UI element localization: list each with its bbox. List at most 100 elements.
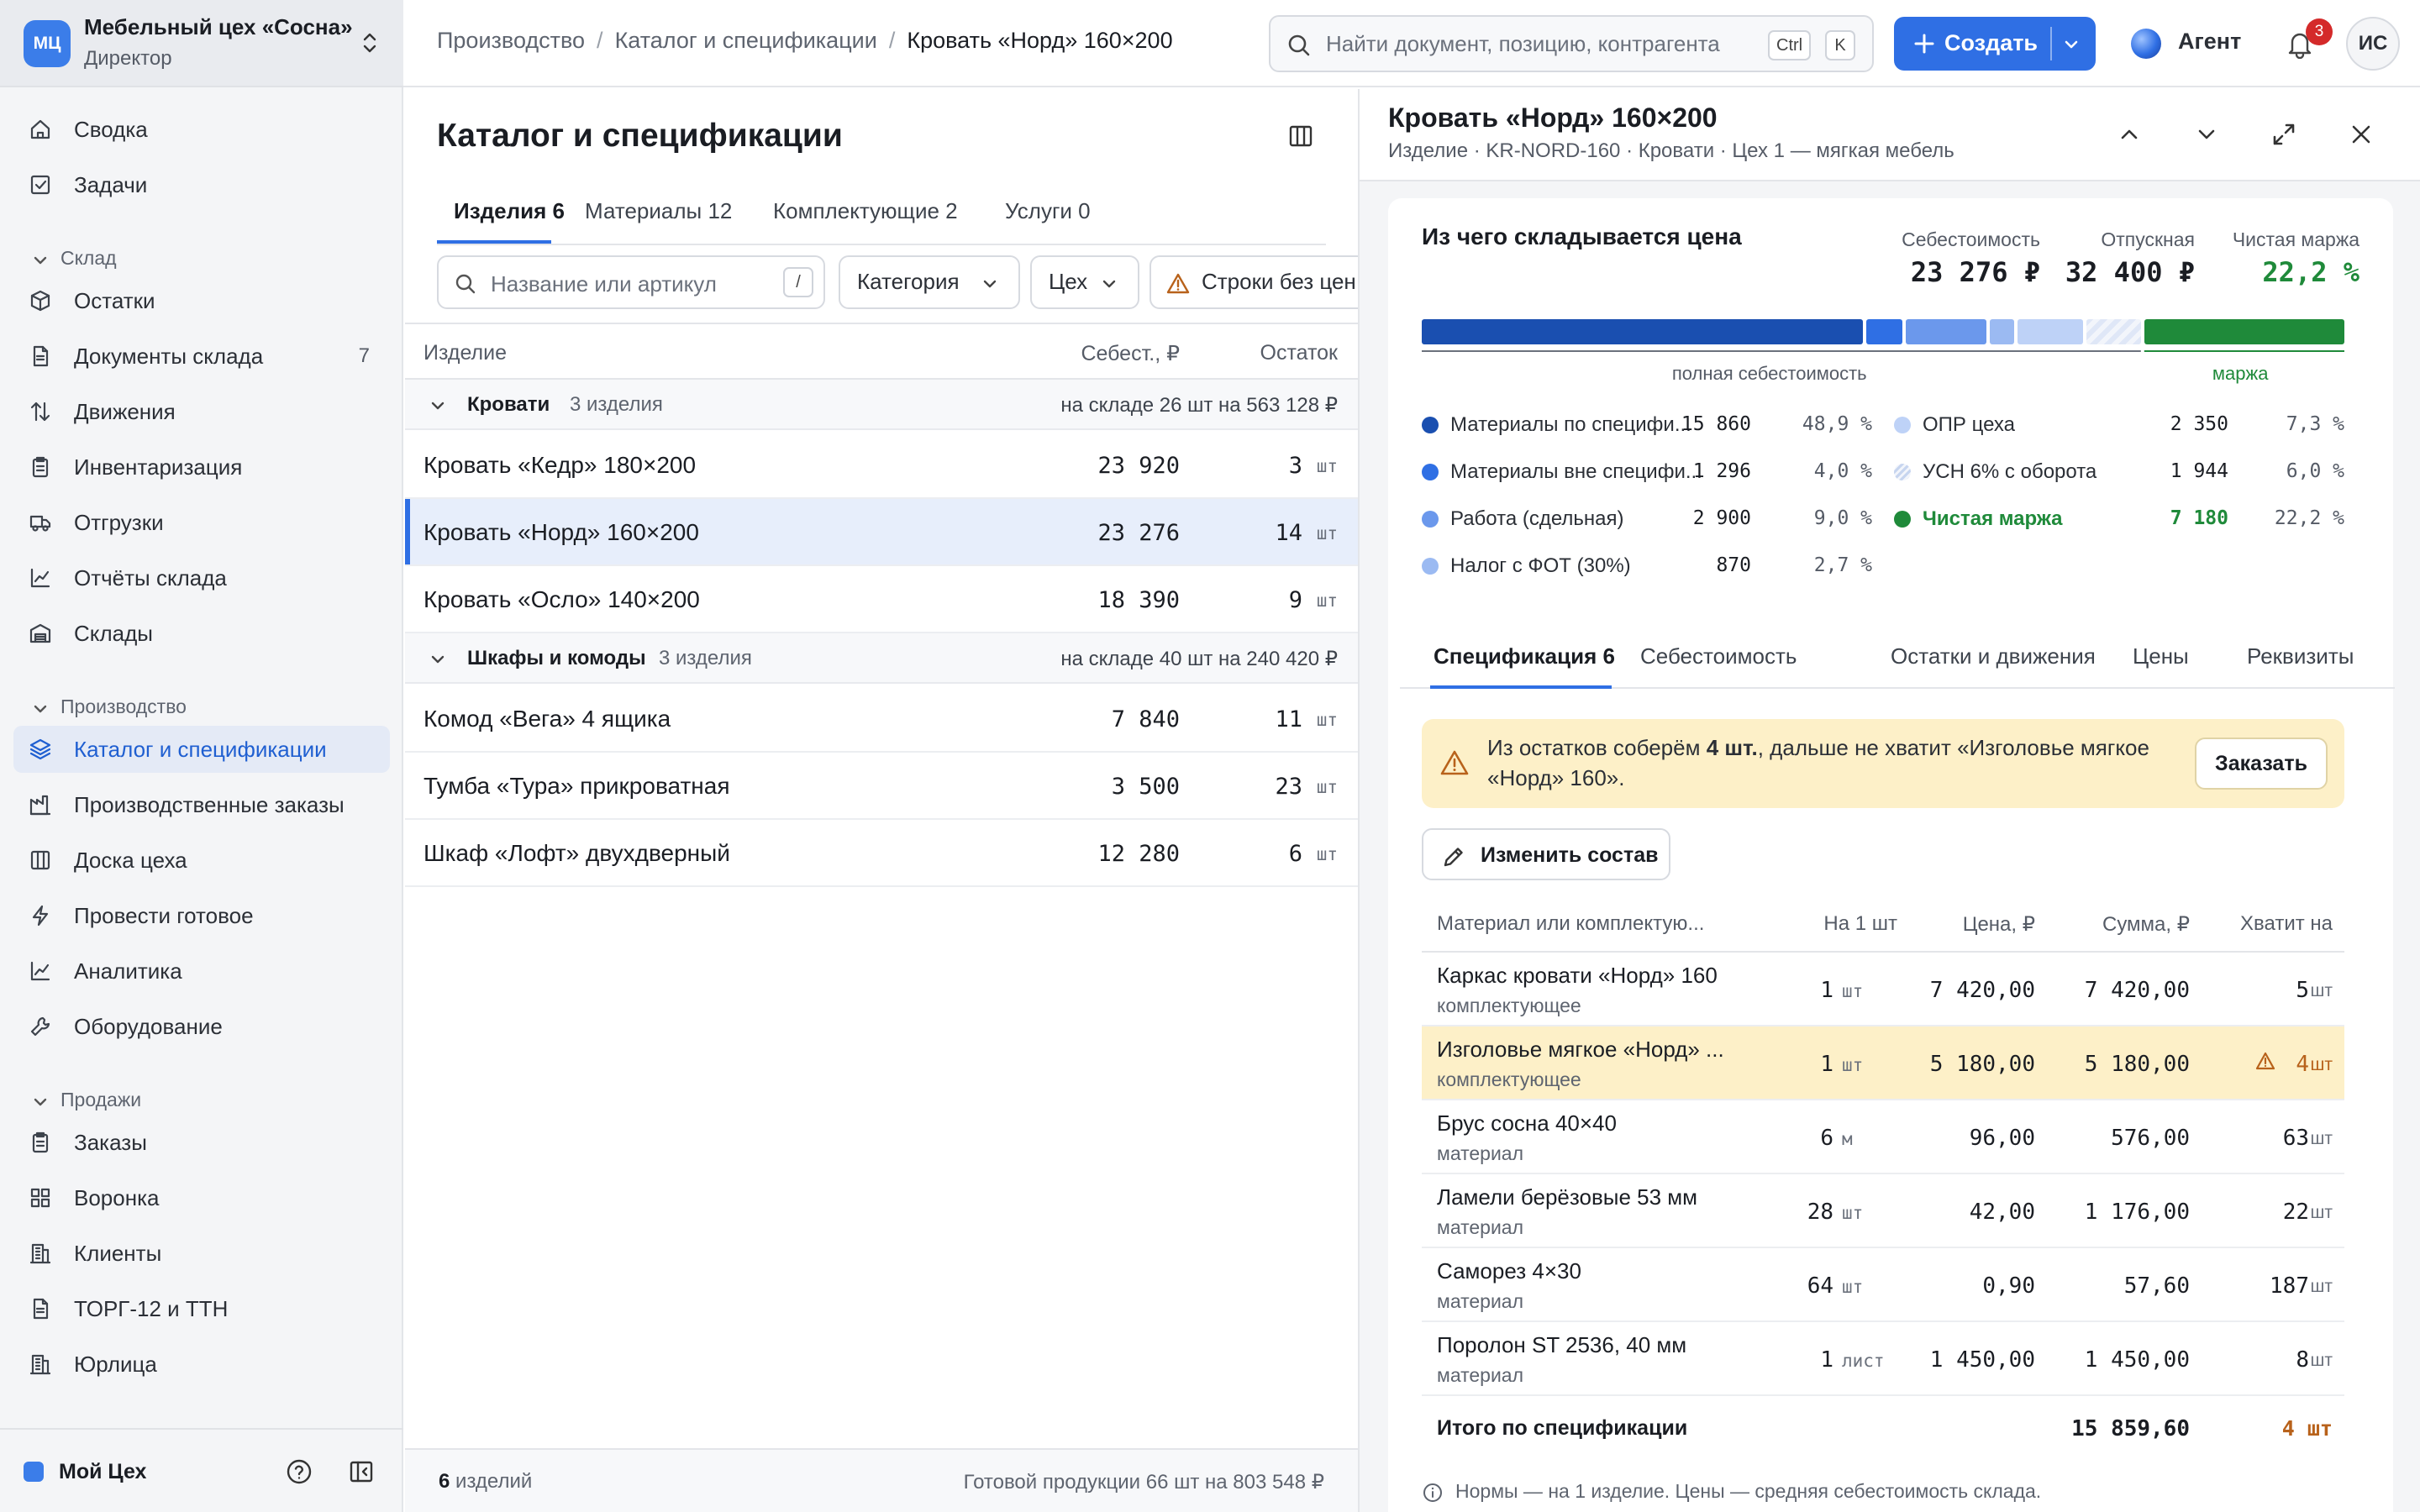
group-row[interactable]: Кровати 3 изделия на складе 26 шт на 563 1… [405, 380, 1358, 430]
tab-реквизиты[interactable]: Реквизиты [2247, 643, 2354, 669]
filter-no-price[interactable]: Строки без цен [1150, 255, 1358, 309]
wrench-icon [29, 1015, 52, 1038]
sidebar-item-аналитика[interactable]: Аналитика [13, 948, 390, 995]
sidebar-collapse-icon[interactable] [348, 1458, 375, 1485]
sidebar-item-задачи[interactable]: Задачи [13, 161, 390, 208]
global-search-input[interactable] [1326, 29, 1746, 59]
sidebar-item-инвентаризация[interactable]: Инвентаризация [13, 444, 390, 491]
col-sum[interactable]: Сумма, ₽ [2102, 912, 2190, 937]
tab-материалы-12[interactable]: Материалы 12 [585, 198, 732, 224]
tab-цены[interactable]: Цены [2133, 643, 2189, 669]
building-icon [29, 1352, 52, 1376]
sidebar-item-торг-12-и-ттн[interactable]: ТОРГ-12 и ТТН [13, 1285, 390, 1332]
filter-category[interactable]: Категория [839, 255, 1020, 309]
sidebar-item-сводка[interactable]: Сводка [13, 106, 390, 153]
spec-enough: 5 [2296, 978, 2309, 1003]
breadcrumb-item[interactable]: Каталог и спецификации [615, 28, 877, 53]
sidebar-item-воронка[interactable]: Воронка [13, 1174, 390, 1221]
sidebar-item-оборудование[interactable]: Оборудование [13, 1003, 390, 1050]
spec-qty-unit: шт [1842, 981, 1864, 1001]
building-icon [29, 1242, 52, 1265]
create-button[interactable]: Создать [1894, 17, 2096, 71]
group-summary: на складе 40 шт на 240 420 ₽ [1060, 648, 1338, 670]
spec-row[interactable]: Брус сосна 40×40 материал 6 м 96,00 576,00 63 ш… [1422, 1100, 2344, 1174]
product-cost: 23 920 [1097, 453, 1180, 479]
spec-row[interactable]: Ламели берёзовые 53 мм материал 28 шт 42,00 1… [1422, 1174, 2344, 1248]
table-row[interactable]: Комод «Вега» 4 ящика 7 840 11 шт [405, 685, 1358, 753]
col-cost[interactable]: Себест., ₽ [1081, 341, 1180, 366]
spec-sum: 1 450,00 [2084, 1347, 2190, 1373]
help-icon[interactable] [286, 1458, 313, 1485]
spec-enough: 22 [2282, 1200, 2309, 1225]
sidebar-item-каталог-и-спецификации[interactable]: Каталог и спецификации [13, 726, 390, 773]
table-row[interactable]: Кровать «Кедр» 180×200 23 920 3 шт [405, 432, 1358, 499]
product-stock: 6 [1288, 841, 1302, 867]
col-enough[interactable]: Хватит на [2240, 912, 2333, 936]
filter-workshop[interactable]: Цех [1030, 255, 1139, 309]
document-icon [29, 1297, 52, 1320]
spec-price: 5 180,00 [1929, 1052, 2035, 1077]
clipboard-icon [29, 455, 52, 479]
catalog-search[interactable]: / [437, 255, 825, 309]
legend-name: Работа (сдельная) [1450, 507, 1624, 530]
sidebar-item-производственные-заказы[interactable]: Производственные заказы [13, 781, 390, 828]
spec-row[interactable]: Каркас кровати «Норд» 160 комплектующее 1 ш… [1422, 953, 2344, 1026]
table-row[interactable]: Тумба «Тура» прикроватная 3 500 23 шт [405, 753, 1358, 820]
close-icon[interactable] [2348, 121, 2375, 148]
group-name: Кровати [467, 393, 550, 416]
sidebar-item-отчёты-склада[interactable]: Отчёты склада [13, 554, 390, 601]
sidebar-item-остатки[interactable]: Остатки [13, 277, 390, 324]
table-row[interactable]: Кровать «Осло» 140×200 18 390 9 шт [405, 566, 1358, 633]
product-name: Кровать «Осло» 140×200 [424, 586, 700, 612]
breadcrumb-item[interactable]: Производство [437, 28, 585, 53]
chevron-down-icon[interactable] [2193, 121, 2220, 148]
columns-icon[interactable] [1287, 123, 1314, 150]
sidebar-item-доска-цеха[interactable]: Доска цеха [13, 837, 390, 884]
tab-комплектующие-2[interactable]: Комплектующие 2 [773, 198, 958, 224]
spec-row[interactable]: Саморез 4×30 материал 64 шт 0,90 57,60 187 шт [1422, 1248, 2344, 1322]
sidebar-item-клиенты[interactable]: Клиенты [13, 1230, 390, 1277]
legend-item: Чистая маржа 7 180 22,2 % [1894, 502, 2348, 536]
tab-спецификация-6[interactable]: Спецификация 6 [1434, 643, 1615, 669]
product-unit: шт [1316, 844, 1338, 864]
sidebar-item-заказы[interactable]: Заказы [13, 1119, 390, 1166]
spec-row[interactable]: Поролон ST 2536, 40 мм материал 1 лист 1 450… [1422, 1322, 2344, 1396]
sidebar-item-движения[interactable]: Движения [13, 388, 390, 435]
org-switcher[interactable]: МЦ Мебельный цех «Сосна» Директор [0, 0, 403, 87]
catalog-search-input[interactable] [491, 269, 776, 299]
warning-icon [1440, 749, 1469, 776]
spec-enough-unit: шт [2310, 981, 2333, 1000]
tab-остатки-и-движения[interactable]: Остатки и движения [1891, 643, 2096, 669]
sidebar-item-документы-склада[interactable]: Документы склада 7 [13, 333, 390, 380]
legend-value: 1 944 [2170, 460, 2228, 482]
tab-себестоимость[interactable]: Себестоимость [1640, 643, 1797, 669]
spec-total-sum: 15 859,60 [2071, 1416, 2190, 1441]
tab-услуги-0[interactable]: Услуги 0 [1005, 198, 1091, 224]
tab-изделия-6[interactable]: Изделия 6 [454, 198, 565, 224]
col-qty[interactable]: На 1 шт [1823, 912, 1897, 936]
table-row[interactable]: Шкаф «Лофт» двухдверный 12 280 6 шт [405, 820, 1358, 887]
col-stock[interactable]: Остаток [1260, 341, 1338, 365]
table-row[interactable]: Кровать «Норд» 160×200 23 276 14 шт [405, 499, 1358, 566]
sidebar-item-юрлица[interactable]: Юрлица [13, 1341, 390, 1388]
edit-composition-button[interactable]: Изменить состав [1422, 828, 1670, 880]
catalog-footer: 6 изделий Готовой продукции 66 шт на 803… [405, 1448, 1358, 1512]
expand-icon[interactable] [2270, 121, 2297, 148]
chevron-up-icon[interactable] [2116, 121, 2143, 148]
group-row[interactable]: Шкафы и комоды 3 изделия на складе 40 шт н… [405, 633, 1358, 684]
chevron-updown-icon[interactable] [360, 30, 380, 55]
chevron-down-icon[interactable] [2062, 35, 2081, 54]
global-search[interactable]: Ctrl K [1269, 15, 1874, 72]
spec-enough: 63 [2282, 1126, 2309, 1151]
order-button[interactable]: Заказать [2195, 738, 2328, 790]
col-name[interactable]: Изделие [424, 341, 507, 365]
col-material[interactable]: Материал или комплектую... [1437, 912, 1704, 936]
sidebar-item-провести-готовое[interactable]: Провести готовое [13, 892, 390, 939]
avatar[interactable]: ИС [2346, 17, 2400, 71]
sidebar-item-отгрузки[interactable]: Отгрузки [13, 499, 390, 546]
col-price[interactable]: Цена, ₽ [1963, 912, 2035, 937]
workspace-name[interactable]: Мой Цех [59, 1460, 146, 1484]
spec-row[interactable]: Изголовье мягкое «Норд» ... комплектующее… [1422, 1026, 2344, 1100]
detail-header: Кровать «Норд» 160×200 Изделие · KR-NORD… [1360, 89, 2420, 181]
sidebar-item-склады[interactable]: Склады [13, 610, 390, 657]
